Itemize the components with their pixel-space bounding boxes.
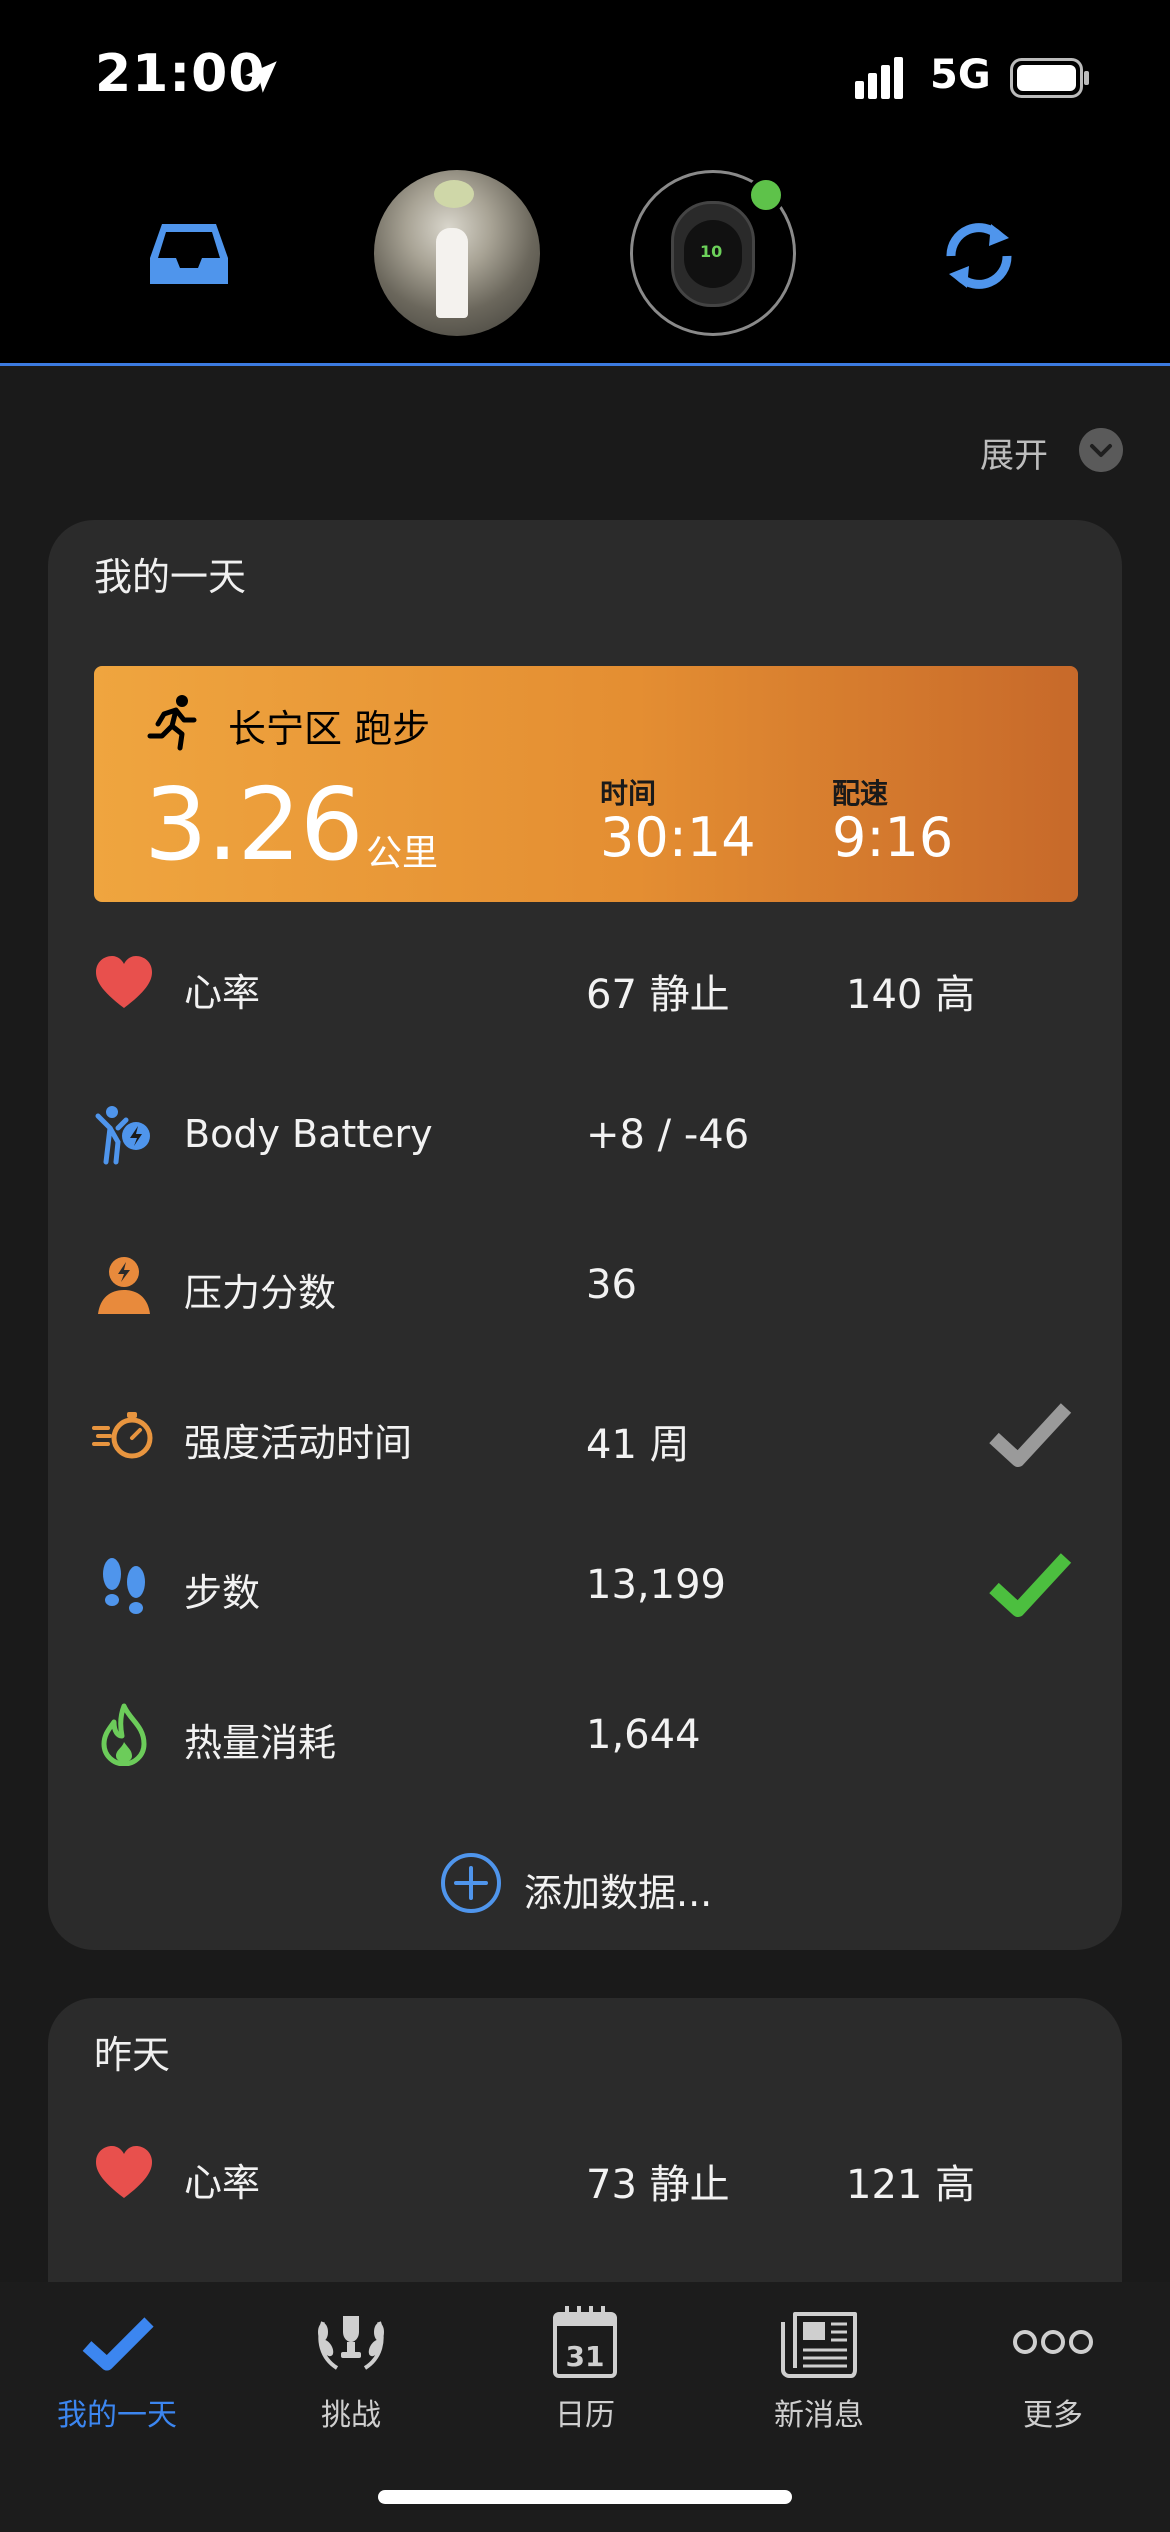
metric-label: 压力分数 [184, 1271, 337, 1315]
expand-row[interactable]: 展开 [0, 420, 1170, 480]
heart-icon [96, 956, 152, 1008]
activity-summary-card[interactable]: 长宁区 跑步 3.26 公里 时间 30:14 配速 9:16 [94, 666, 1078, 902]
metric-resting-value: 73 静止 [586, 2162, 730, 2208]
tab-more[interactable]: 更多 [936, 2282, 1170, 2452]
metric-row-stress[interactable]: 压力分数 36 [48, 1224, 1122, 1344]
metric-row-steps[interactable]: 步数 13,199 [48, 1524, 1122, 1644]
activity-distance-unit: 公里 [366, 833, 439, 874]
metric-value: 1,644 [586, 1712, 701, 1758]
heart-icon [96, 2146, 152, 2198]
metric-row-heart-rate[interactable]: 心率 67 静止 140 高 [48, 924, 1122, 1044]
card-title: 昨天 [94, 2033, 171, 2077]
metric-value: 13,199 [586, 1562, 726, 1608]
metric-row-heart-rate[interactable]: 心率 73 静止 121 高 [48, 2114, 1122, 2234]
device-connected-indicator [747, 176, 785, 214]
tab-calendar[interactable]: 31 日历 [468, 2282, 702, 2452]
sync-icon[interactable] [937, 216, 1021, 296]
inbox-icon[interactable] [148, 218, 230, 290]
status-bar: 21:00 5G [0, 0, 1170, 150]
body-battery-icon [95, 1106, 150, 1165]
location-arrow-icon [245, 61, 277, 93]
metric-value: +8 / -46 [586, 1112, 750, 1158]
add-data-button[interactable]: 添加数据... [440, 1846, 740, 1926]
plus-circle-icon [441, 1853, 501, 1913]
metric-value: 41 周 [586, 1422, 690, 1468]
metric-row-body-battery[interactable]: Body Battery +8 / -46 [48, 1074, 1122, 1194]
chevron-down-icon[interactable] [1079, 428, 1123, 472]
metric-high-value: 121 高 [846, 2162, 976, 2208]
avatar-photo-detail [434, 180, 474, 208]
battery-icon [1010, 58, 1089, 98]
checkmark-green-icon [989, 1553, 1072, 1617]
metric-row-calories[interactable]: 热量消耗 1,644 [48, 1674, 1122, 1794]
activity-title: 长宁区 跑步 [228, 707, 431, 751]
network-type: 5G [930, 52, 991, 98]
checkmark-icon [82, 2317, 154, 2371]
metric-row-intensity-minutes[interactable]: 强度活动时间 41 周 [48, 1374, 1122, 1494]
metric-label: 步数 [184, 1571, 261, 1615]
activity-distance: 3.26 [144, 766, 364, 883]
tab-news[interactable]: 新消息 [702, 2282, 936, 2452]
watch-face [684, 220, 742, 288]
stopwatch-icon [92, 1412, 153, 1459]
watch-icon [671, 201, 755, 307]
laurel-icon [318, 2316, 384, 2370]
tab-label: 挑战 [321, 2398, 381, 2433]
activity-time-value: 30:14 [600, 806, 756, 869]
avatar[interactable] [374, 170, 540, 336]
cellular-signal-icon [855, 57, 903, 99]
metric-high-value: 140 高 [846, 972, 976, 1018]
metric-label: Body Battery [184, 1112, 433, 1156]
avatar-photo-subject [436, 228, 468, 318]
add-data-label: 添加数据... [524, 1871, 713, 1915]
metric-label: 心率 [184, 2161, 261, 2205]
checkmark-gray-icon [989, 1403, 1072, 1467]
expand-label: 展开 [980, 436, 1048, 476]
tab-label: 日历 [555, 2398, 615, 2433]
tab-label: 我的一天 [57, 2398, 177, 2433]
app-header [0, 150, 1170, 366]
tab-my-day[interactable]: 我的一天 [0, 2282, 234, 2452]
tab-label: 更多 [1023, 2398, 1083, 2433]
metric-label: 强度活动时间 [184, 1421, 413, 1465]
footprints-icon [103, 1558, 145, 1614]
home-indicator[interactable] [378, 2490, 792, 2504]
metric-label: 热量消耗 [184, 1721, 337, 1765]
metric-label: 心率 [184, 971, 261, 1015]
calendar-icon: 31 [553, 2306, 617, 2378]
newspaper-icon [781, 2312, 857, 2378]
running-icon [147, 695, 197, 751]
tab-label: 新消息 [774, 2398, 864, 2433]
flame-icon [101, 1703, 147, 1766]
activity-pace-value: 9:16 [832, 806, 954, 869]
more-dots-icon [1013, 2330, 1093, 2354]
metric-resting-value: 67 静止 [586, 972, 730, 1018]
metric-value: 36 [586, 1262, 637, 1308]
calendar-day: 31 [566, 2340, 605, 2373]
tab-challenges[interactable]: 挑战 [234, 2282, 468, 2452]
my-day-card: 我的一天 长宁区 跑步 3.26 公里 时间 30:14 配速 9:16 心率 … [48, 520, 1122, 1950]
card-title: 我的一天 [94, 555, 247, 599]
stress-icon [98, 1257, 150, 1314]
